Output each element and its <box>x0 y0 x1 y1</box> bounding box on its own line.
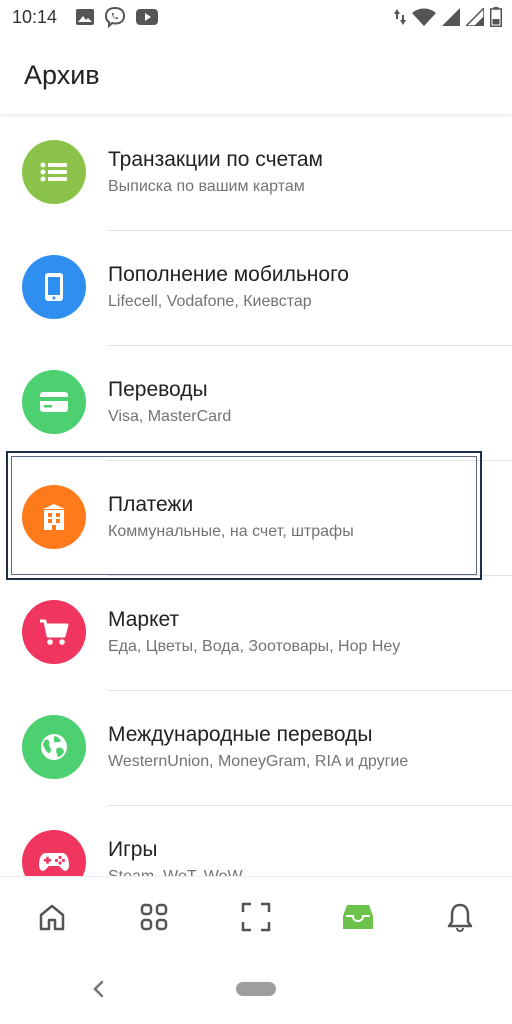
phone-icon <box>22 255 86 319</box>
menu-item-subtitle: WesternUnion, MoneyGram, RIA и другие <box>108 753 409 770</box>
grid-icon <box>140 903 168 931</box>
menu-item-title: Международные переводы <box>108 723 373 746</box>
data-arrows-icon <box>394 9 406 25</box>
gamepad-icon <box>22 830 86 876</box>
menu-item-subtitle: Visa, MasterCard <box>108 408 232 425</box>
status-time: 10:14 <box>12 7 58 27</box>
list-icon <box>22 140 86 204</box>
wifi-icon <box>412 8 436 26</box>
menu-item-title: Игры <box>108 838 158 861</box>
signal-icon <box>466 8 484 26</box>
card-icon <box>22 370 86 434</box>
menu-item-transfers[interactable]: Переводы Visa, MasterCard <box>0 346 512 461</box>
menu-item-subtitle: Steam, WoT, WoW <box>108 868 243 876</box>
menu-item-title: Пополнение мобильного <box>108 263 349 286</box>
nav-notifications[interactable] <box>438 895 482 939</box>
back-icon[interactable] <box>88 978 110 1000</box>
menu-item-games[interactable]: Игры Steam, WoT, WoW <box>0 806 512 876</box>
menu-list[interactable]: Транзакции по счетам Выписка по вашим ка… <box>0 116 512 876</box>
youtube-icon <box>136 9 158 25</box>
system-navigation-bar <box>0 956 512 1024</box>
signal-icon <box>442 8 460 26</box>
nav-services[interactable] <box>132 895 176 939</box>
battery-icon <box>490 7 502 27</box>
viber-icon <box>104 6 126 28</box>
menu-item-market[interactable]: Маркет Еда, Цветы, Вода, Зоотовары, Hop … <box>0 576 512 691</box>
menu-item-title: Платежи <box>108 493 194 516</box>
menu-item-subtitle: Выписка по вашим картам <box>108 178 305 195</box>
menu-item-payments[interactable]: Платежи Коммунальные, на счет, штрафы <box>0 461 512 576</box>
nav-home[interactable] <box>30 895 74 939</box>
home-pill-button[interactable] <box>236 982 276 996</box>
menu-item-transactions[interactable]: Транзакции по счетам Выписка по вашим ка… <box>0 116 512 231</box>
menu-item-international-transfers[interactable]: Международные переводы WesternUnion, Mon… <box>0 691 512 806</box>
status-bar: 10:14 <box>0 0 512 36</box>
menu-item-title: Маркет <box>108 608 180 631</box>
menu-item-subtitle: Еда, Цветы, Вода, Зоотовары, Hop Hey <box>108 638 401 655</box>
menu-item-mobile-topup[interactable]: Пополнение мобильного Lifecell, Vodafone… <box>0 231 512 346</box>
menu-item-subtitle: Lifecell, Vodafone, Киевстар <box>108 293 312 310</box>
page-title: Архив <box>24 60 100 90</box>
menu-item-title: Транзакции по счетам <box>108 148 323 171</box>
nav-scan[interactable] <box>234 895 278 939</box>
bell-icon <box>447 903 473 932</box>
building-icon <box>22 485 86 549</box>
nav-archive[interactable] <box>336 895 380 939</box>
bottom-navigation <box>0 876 512 957</box>
cart-icon <box>22 600 86 664</box>
scan-icon <box>241 902 271 932</box>
archive-icon <box>343 905 373 929</box>
menu-item-subtitle: Коммунальные, на счет, штрафы <box>108 523 354 540</box>
app-bar: Архив <box>0 36 512 114</box>
globe-icon <box>22 715 86 779</box>
menu-item-title: Переводы <box>108 378 208 401</box>
home-icon <box>39 904 65 931</box>
image-icon <box>76 9 94 25</box>
